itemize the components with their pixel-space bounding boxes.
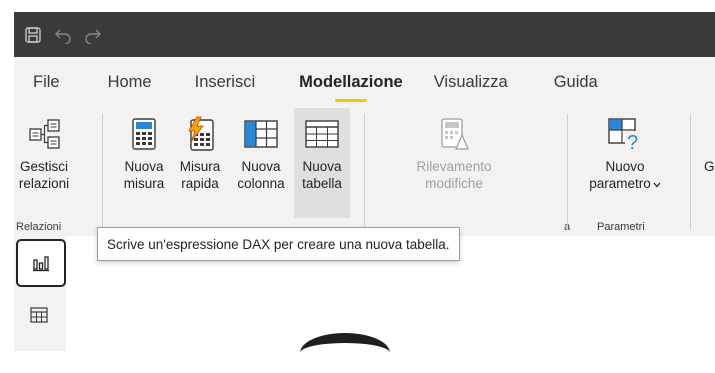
tooltip: Scrive un'espressione DAX per creare una… — [97, 227, 460, 261]
tab-home[interactable]: Home — [108, 57, 152, 108]
nuova-misura-button[interactable]: Nuova misura — [117, 108, 171, 218]
undo-icon[interactable] — [48, 12, 78, 57]
group-label-parametri: Parametri — [597, 221, 645, 233]
manage-relationships-icon — [27, 110, 61, 158]
separator — [690, 114, 691, 230]
data-view-icon — [30, 307, 48, 323]
new-table-icon — [305, 110, 339, 158]
chevron-down-icon — [653, 182, 661, 188]
tab-inserisci[interactable]: Inserisci — [195, 57, 256, 108]
title-bar — [14, 12, 715, 57]
nuova-colonna-label-2: colonna — [237, 176, 285, 191]
misura-rapida-label-1: Misura — [179, 159, 221, 174]
separator — [102, 114, 103, 230]
view-switcher — [14, 236, 66, 351]
nuovo-parametro-label-2: parametro — [589, 175, 661, 192]
nuovo-parametro-button[interactable]: ? Nuovo parametro — [577, 108, 673, 218]
nuova-colonna-button[interactable]: Nuova colonna — [230, 108, 292, 218]
tab-file[interactable]: File — [33, 57, 60, 108]
gestisci-relazioni-button[interactable]: Gestisci relazioni — [14, 108, 74, 218]
data-view-button[interactable] — [14, 291, 64, 339]
tab-visualizza[interactable]: Visualizza — [434, 57, 508, 108]
nuova-tabella-label-1: Nuova — [302, 159, 342, 174]
partial-button[interactable]: G — [704, 108, 715, 218]
misura-rapida-button[interactable]: Misura rapida — [172, 108, 228, 218]
new-parameter-icon: ? — [607, 110, 643, 158]
partial-button-label: G — [704, 159, 715, 174]
svg-text:?: ? — [627, 132, 638, 151]
tab-modellazione[interactable]: Modellazione — [299, 57, 403, 108]
window-top-edge — [0, 0, 715, 12]
new-column-icon — [244, 110, 278, 158]
change-detection-icon — [438, 110, 470, 158]
nuova-tabella-button[interactable]: Nuova tabella — [294, 108, 350, 218]
gestisci-relazioni-label-2: relazioni — [18, 176, 70, 191]
rilevamento-label-2: modifiche — [425, 176, 483, 191]
nuova-tabella-label-2: tabella — [302, 176, 342, 191]
nuovo-parametro-label-text: parametro — [589, 176, 651, 191]
misura-rapida-label-2: rapida — [181, 176, 219, 191]
save-icon[interactable] — [18, 12, 48, 57]
separator — [567, 114, 568, 230]
tab-guida[interactable]: Guida — [554, 57, 598, 108]
report-view-button[interactable] — [16, 239, 66, 287]
quick-measure-icon — [183, 110, 217, 158]
calculator-icon — [131, 110, 157, 158]
tooltip-text: Scrive un'espressione DAX per creare una… — [107, 236, 450, 252]
ribbon: Gestisci relazioni Relazioni Nuova misur… — [14, 108, 715, 237]
separator — [364, 114, 365, 230]
gestisci-relazioni-label-1: Gestisci — [19, 159, 68, 174]
ribbon-tabs: File Home Inserisci Modellazione Visuali… — [14, 57, 715, 108]
canvas-partial-shape — [300, 333, 390, 373]
nuova-colonna-label-1: Nuova — [241, 159, 281, 174]
nuovo-parametro-label-1: Nuovo — [605, 159, 645, 174]
rilevamento-modifiche-button[interactable]: Rilevamento modifiche — [399, 108, 509, 218]
nuova-misura-label-2: misura — [123, 176, 165, 191]
report-view-icon — [33, 256, 49, 272]
nuova-misura-label-1: Nuova — [124, 159, 164, 174]
rilevamento-label-1: Rilevamento — [416, 159, 492, 174]
redo-icon[interactable] — [78, 12, 108, 57]
group-label-relazioni: Relazioni — [16, 221, 62, 233]
